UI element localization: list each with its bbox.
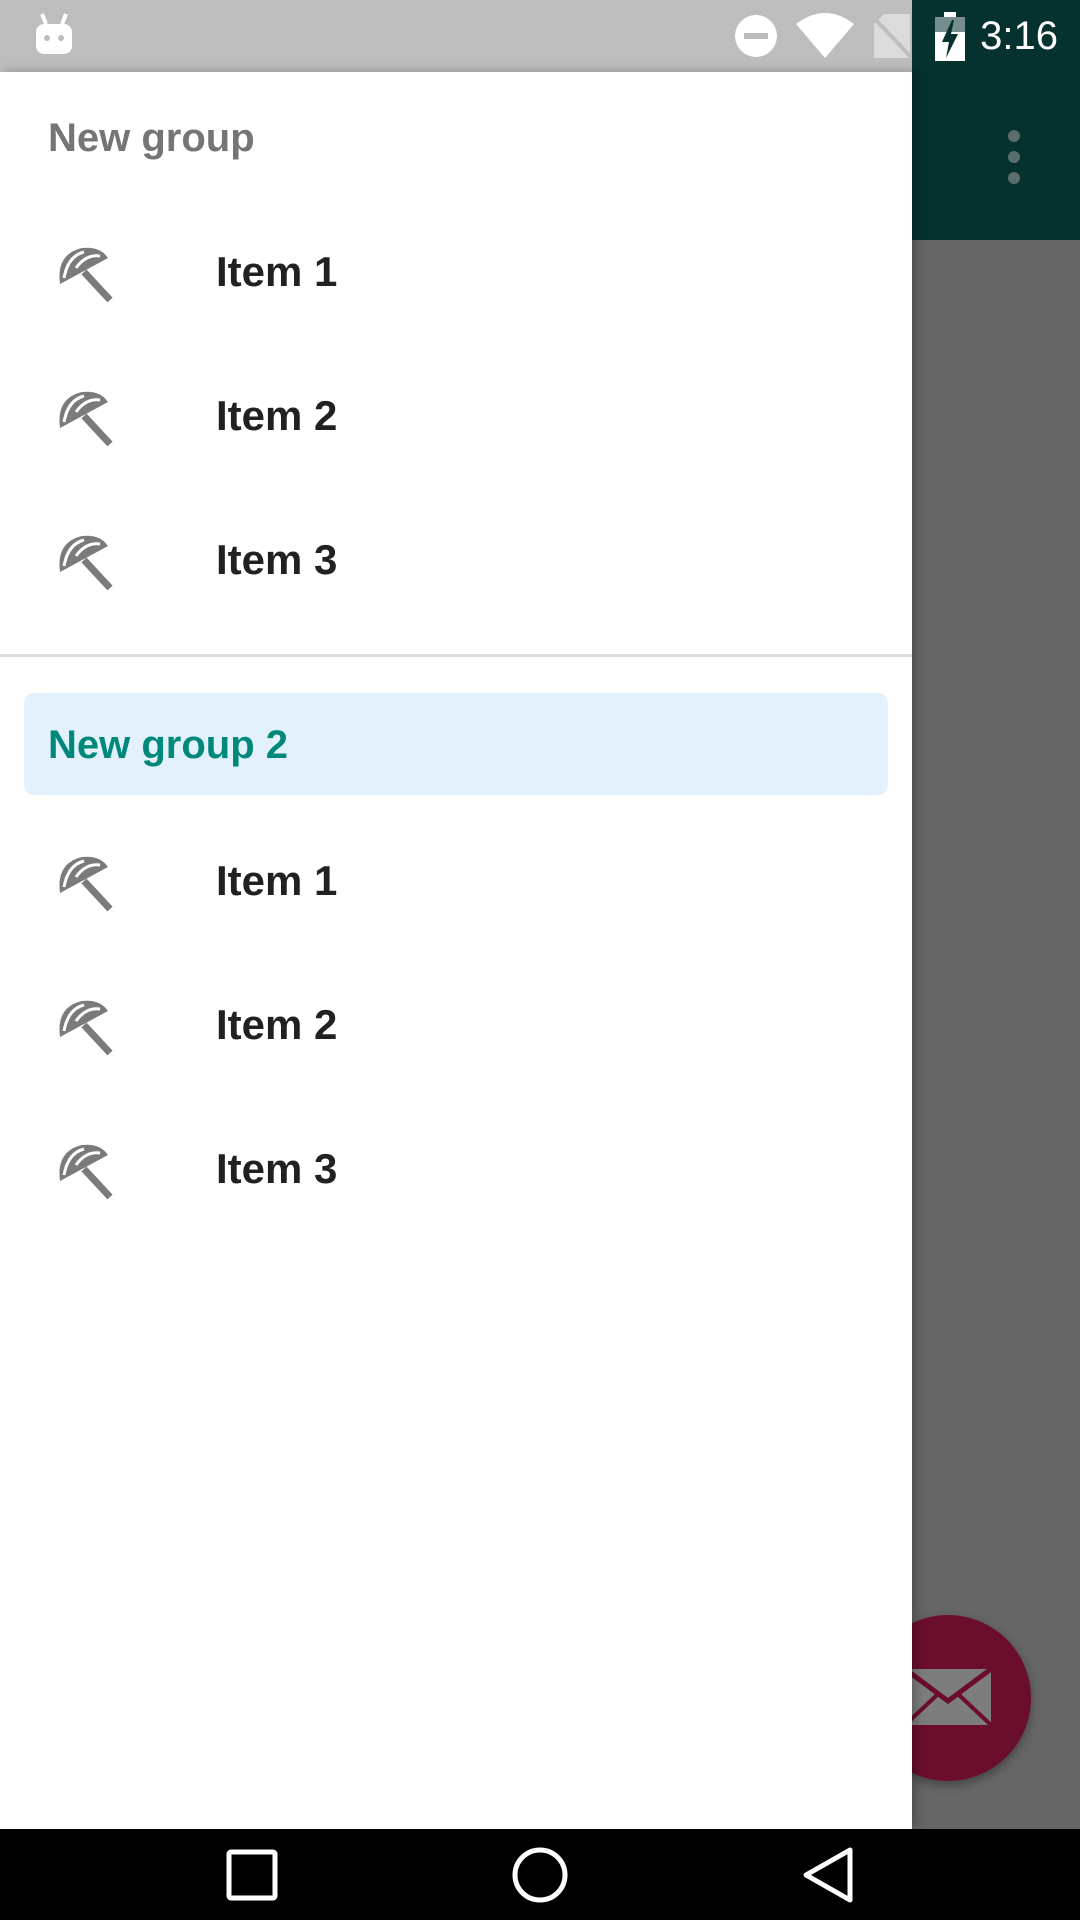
menu-item-group1-item2[interactable]: Item 2	[0, 344, 912, 488]
no-sim-icon	[872, 14, 912, 60]
group-header-new-group-2[interactable]: New group 2	[24, 693, 888, 795]
more-vert-icon[interactable]	[999, 130, 1029, 184]
beach-umbrella-icon	[59, 391, 113, 447]
home-button[interactable]	[480, 1829, 600, 1920]
menu-item-label: Item 3	[216, 536, 338, 583]
beach-umbrella-icon	[59, 1144, 113, 1200]
system-nav-bar	[0, 1829, 1080, 1920]
menu-item-group1-item3[interactable]: Item 3	[0, 488, 912, 632]
menu-item-group2-item3[interactable]: Item 3	[0, 1097, 912, 1241]
menu-item-label: Item 1	[216, 248, 338, 295]
menu-item-group1-item1[interactable]: Item 1	[0, 200, 912, 344]
beach-umbrella-icon	[59, 1000, 113, 1056]
group-title: New group 2	[48, 723, 289, 767]
email-icon	[903, 1667, 993, 1727]
navigation-drawer: New group Item 1 Item 2 Item 3 New group…	[0, 72, 912, 1829]
beach-umbrella-icon	[59, 856, 113, 912]
menu-item-label: Item 1	[216, 857, 338, 904]
battery-charging-icon	[935, 12, 965, 61]
menu-item-label: Item 2	[216, 392, 338, 439]
menu-item-group2-item1[interactable]: Item 1	[0, 809, 912, 953]
back-button[interactable]	[768, 1829, 888, 1920]
beach-umbrella-icon	[59, 535, 113, 591]
menu-item-label: Item 3	[216, 1145, 338, 1192]
screen: 3:16 New group Item 1 Item 2 Item 3 New …	[0, 0, 1080, 1920]
menu-item-label: Item 2	[216, 1001, 338, 1048]
status-time: 3:16	[980, 14, 1058, 58]
group-header-new-group: New group	[48, 116, 255, 160]
app-toolbar	[912, 72, 1080, 240]
back-icon	[803, 1847, 853, 1903]
home-icon	[512, 1847, 568, 1903]
recents-button[interactable]	[192, 1829, 312, 1920]
menu-item-group2-item2[interactable]: Item 2	[0, 953, 912, 1097]
do-not-disturb-icon	[735, 15, 777, 57]
app-content-scrim[interactable]	[912, 72, 1080, 1829]
status-bar: 3:16	[0, 0, 1080, 72]
group-divider	[0, 654, 912, 657]
android-icon	[36, 13, 72, 54]
beach-umbrella-icon	[59, 247, 113, 303]
wifi-icon	[796, 13, 854, 58]
recents-icon	[226, 1849, 278, 1901]
